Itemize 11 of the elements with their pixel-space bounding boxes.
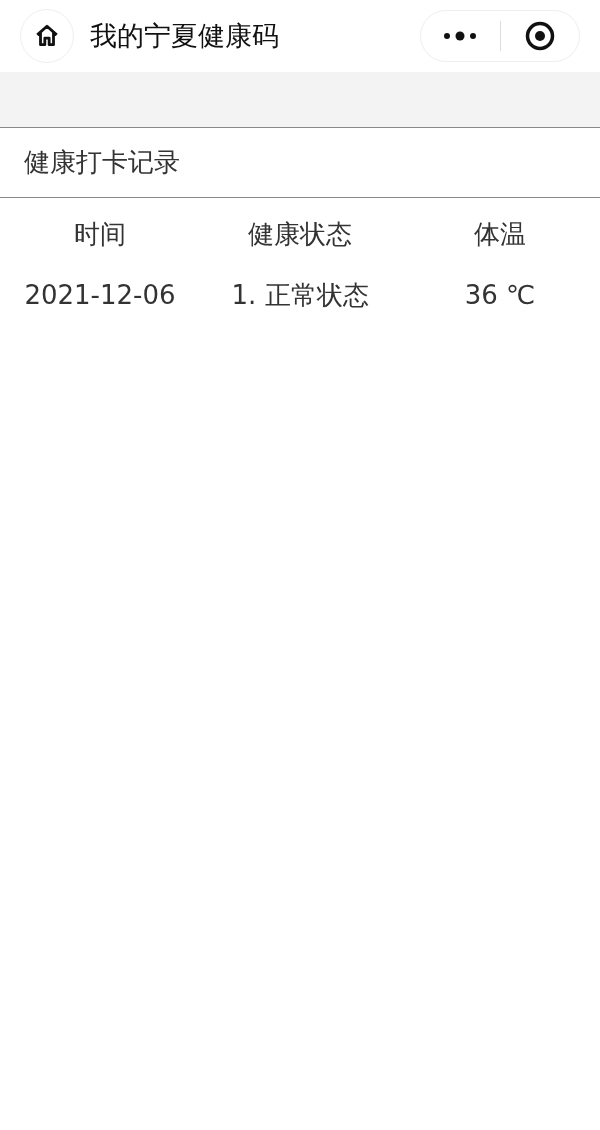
column-header: 体温: [474, 217, 526, 251]
page-title: 我的宁夏健康码: [90, 18, 279, 53]
section-title: 健康打卡记录: [24, 146, 180, 179]
column-header: 时间: [74, 217, 126, 251]
table-cell-text: 2021-12-06: [24, 278, 176, 312]
more-icon: [443, 31, 478, 41]
target-icon: [524, 21, 555, 51]
table-cell-text: 36 ℃: [464, 278, 536, 312]
column-header: 健康状态: [248, 217, 352, 251]
table-cell-text: 1. 正常状态: [231, 278, 369, 312]
home-icon: [34, 23, 60, 49]
